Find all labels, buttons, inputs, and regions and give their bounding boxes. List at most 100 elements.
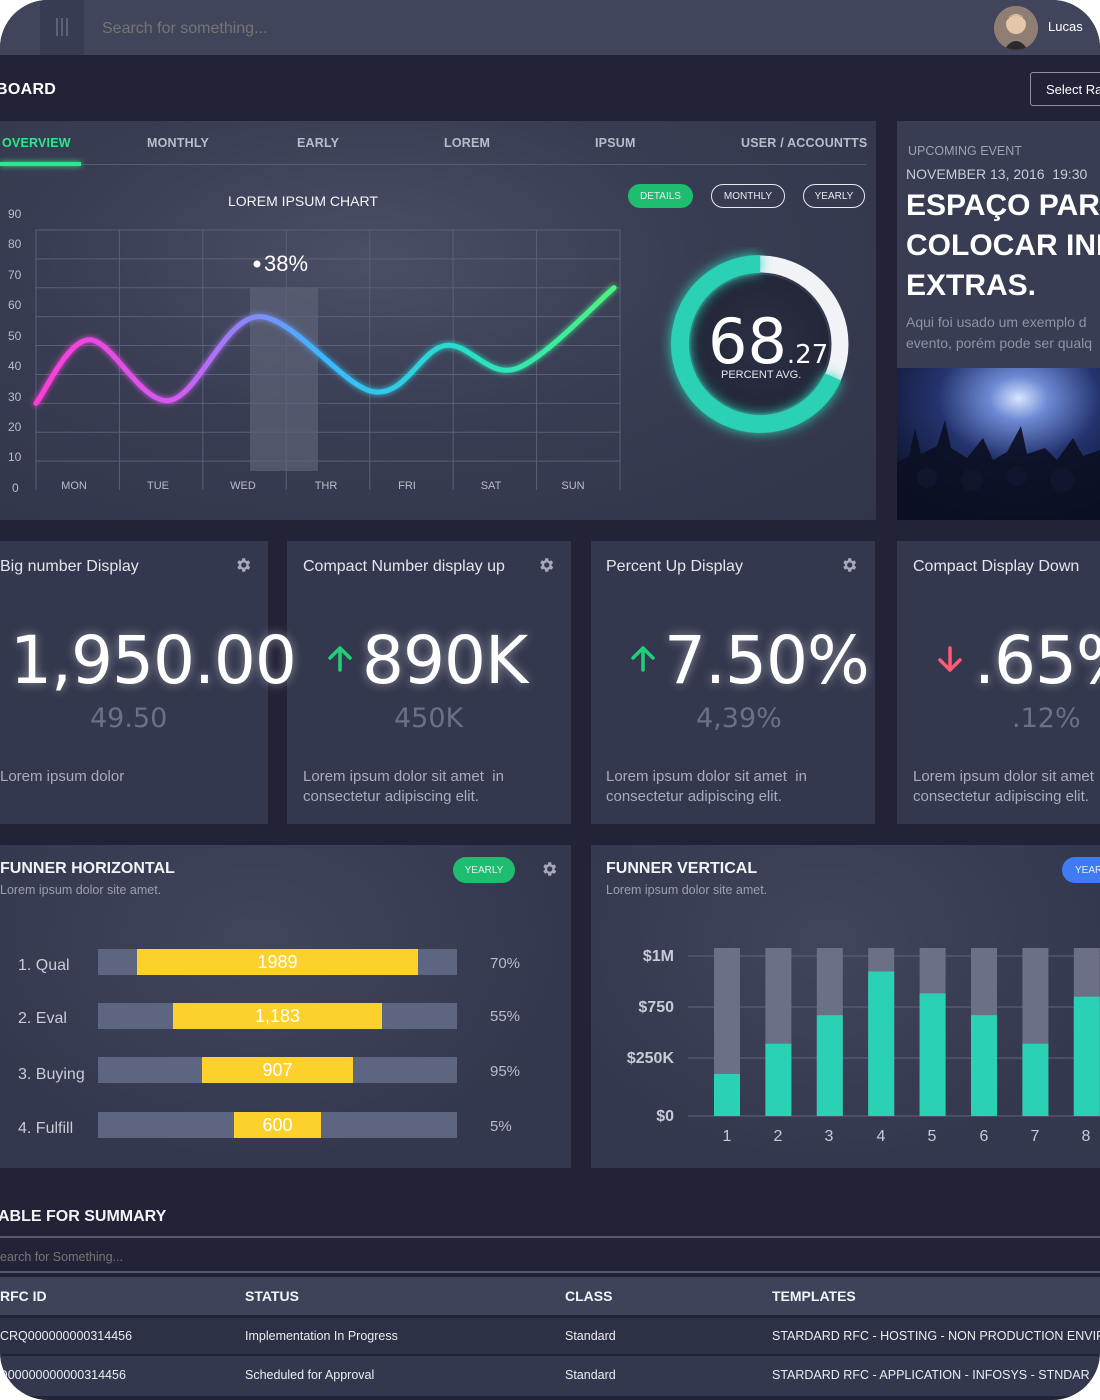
- funnel-horizontal-title: FUNNER HORIZONTAL: [0, 860, 175, 877]
- kpi-value: 7.50%: [664, 622, 870, 699]
- kpi-title: Big number Display: [0, 558, 139, 575]
- kpi-description-line: Lorem ipsum dolor: [0, 768, 125, 785]
- v-x-tick: 8: [1081, 1128, 1091, 1145]
- avatar[interactable]: [994, 6, 1038, 50]
- kpi-description-line: Lorem ipsum dolor sit amet in: [303, 768, 504, 785]
- event-title-line: ESPAÇO PARA: [906, 189, 1100, 222]
- tab-overview[interactable]: OVERVIEW: [2, 136, 71, 150]
- kpi-description-line: consectetur adipiscing elit.: [913, 788, 1089, 805]
- table-cell: Standard: [565, 1368, 616, 1382]
- highlight-dot: [253, 260, 261, 268]
- column-header[interactable]: STATUS: [245, 1288, 299, 1304]
- table-header-row: [0, 1277, 1100, 1315]
- gear-icon[interactable]: [540, 860, 558, 878]
- kpi-value: 890K: [362, 622, 528, 699]
- table-cell: STARDARD RFC - HOSTING - NON PRODUCTION …: [772, 1329, 1100, 1343]
- v-x-tick: 6: [979, 1128, 989, 1145]
- v-x-tick: 1: [722, 1128, 732, 1145]
- arrow-up-icon: [631, 646, 655, 672]
- menu-button[interactable]: [40, 0, 84, 55]
- funnel-row-pct: 55%: [490, 1008, 521, 1025]
- column-header[interactable]: RFC ID: [0, 1288, 47, 1304]
- event-desc-line: evento, porém pode ser qualq: [906, 335, 1093, 351]
- event-title-line: COLOCAR INF: [906, 229, 1100, 262]
- event-desc-line: Aqui foi usado um exemplo d: [906, 314, 1087, 330]
- funnel-bar: 1989: [137, 949, 418, 975]
- v-bar[interactable]: [765, 1043, 792, 1116]
- v-x-tick: 7: [1030, 1128, 1040, 1145]
- arrow-up-icon: [328, 646, 352, 672]
- funnel-vertical-subtitle: Lorem ipsum dolor site amet.: [606, 883, 768, 897]
- v-bar[interactable]: [816, 1015, 843, 1116]
- kpi-title: Percent Up Display: [606, 558, 743, 575]
- vertical-bars: [714, 948, 1100, 1116]
- column-header[interactable]: CLASS: [565, 1288, 612, 1304]
- summary-divider: [0, 1236, 1100, 1238]
- funnel-row-pct: 5%: [490, 1118, 512, 1135]
- select-range-label: Select Ra: [1046, 82, 1100, 97]
- table-cell: Implementation In Progress: [245, 1329, 398, 1343]
- gear-icon[interactable]: [840, 556, 858, 574]
- v-bar[interactable]: [1073, 996, 1100, 1116]
- tab-active-indicator: [0, 162, 81, 166]
- v-bar[interactable]: [919, 993, 946, 1116]
- funnel-row-label: 4. Fulfill: [18, 1120, 74, 1137]
- kpi-description: Lorem ipsum dolor sit amet consectetur a…: [913, 767, 1094, 807]
- gauge-value-dec: .27: [786, 340, 829, 370]
- funnel-row-label: 1. Qual: [18, 957, 70, 974]
- kpi-subvalue: .12%: [1012, 703, 1081, 734]
- summary-search-input[interactable]: [0, 1244, 602, 1270]
- kpi-value: 1,950.00: [10, 622, 297, 699]
- page-title: BOARD: [0, 81, 57, 98]
- kpi-description-line: consectetur adipiscing elit.: [303, 788, 479, 805]
- menu-icon: [56, 18, 68, 36]
- vertical-bar-chart: [688, 948, 1100, 1117]
- event-date: NOVEMBER 13, 2016 19:30: [906, 166, 1088, 182]
- funnel-vertical-title: FUNNER VERTICAL: [606, 860, 758, 877]
- v-bar[interactable]: [714, 1074, 740, 1116]
- line-chart: [33, 229, 621, 490]
- kpi-description: Lorem ipsum dolor sit amet in consectetu…: [303, 767, 504, 807]
- event-kicker: UPCOMING EVENT: [908, 144, 1022, 158]
- table-cell: STARDARD RFC - APPLICATION - INFOSYS - S…: [772, 1368, 1090, 1382]
- column-header[interactable]: TEMPLATES: [772, 1288, 856, 1304]
- year-pill[interactable]: YEAR: [1062, 857, 1100, 883]
- gauge-label: PERCENT AVG.: [721, 369, 802, 381]
- tab-early[interactable]: EARLY: [297, 136, 339, 150]
- gauge-value: 68.27: [708, 305, 828, 378]
- gear-icon[interactable]: [234, 556, 252, 574]
- v-x-tick: 5: [927, 1128, 937, 1145]
- v-bar[interactable]: [868, 971, 895, 1116]
- yearly-pill[interactable]: YEARLY: [803, 184, 865, 208]
- funnel-row-pct: 95%: [490, 1063, 521, 1080]
- table-cell: Standard: [565, 1329, 616, 1343]
- dashboard-screen: Lucas BOARD Select Ra OVERVIEW MONTHLY E…: [0, 0, 1100, 1400]
- monthly-pill[interactable]: MONTHLY: [711, 184, 785, 208]
- event-title-line: EXTRAS.: [906, 269, 1037, 302]
- table-cell: Scheduled for Approval: [245, 1368, 375, 1382]
- funnel-row-label: 3. Buying: [18, 1066, 85, 1083]
- tab-monthly[interactable]: MONTHLY: [147, 136, 209, 150]
- v-bar[interactable]: [971, 1015, 997, 1116]
- funnel-bar: 907: [202, 1057, 353, 1083]
- gear-icon[interactable]: [537, 556, 555, 574]
- event-image: [897, 368, 1100, 520]
- kpi-description: Lorem ipsum dolor sit amet in consectetu…: [606, 767, 807, 807]
- tab-ipsum[interactable]: IPSUM: [595, 136, 636, 150]
- funnel-row-pct: 70%: [490, 955, 521, 972]
- kpi-description-line: Lorem ipsum dolor sit amet in: [606, 768, 807, 785]
- table-cell: CRQ000000000314456: [0, 1329, 133, 1343]
- user-name[interactable]: Lucas: [1048, 19, 1083, 34]
- select-range-dropdown[interactable]: Select Ra: [1030, 72, 1100, 106]
- funnel-bar: 600: [234, 1112, 321, 1138]
- tab-user-accounts[interactable]: USER / ACCOUNTTS: [741, 136, 867, 150]
- kpi-description-line: Lorem ipsum dolor sit amet: [913, 768, 1094, 785]
- highlight-label: 38%: [264, 251, 309, 276]
- kpi-title: Compact Display Down: [913, 558, 1080, 575]
- yearly-pill[interactable]: YEARLY: [453, 857, 515, 883]
- kpi-subvalue: 450K: [394, 703, 464, 734]
- v-bar[interactable]: [1022, 1043, 1049, 1116]
- funnel-row-label: 2. Eval: [18, 1010, 67, 1027]
- search-input[interactable]: [100, 12, 704, 46]
- tab-lorem[interactable]: LOREM: [444, 136, 490, 150]
